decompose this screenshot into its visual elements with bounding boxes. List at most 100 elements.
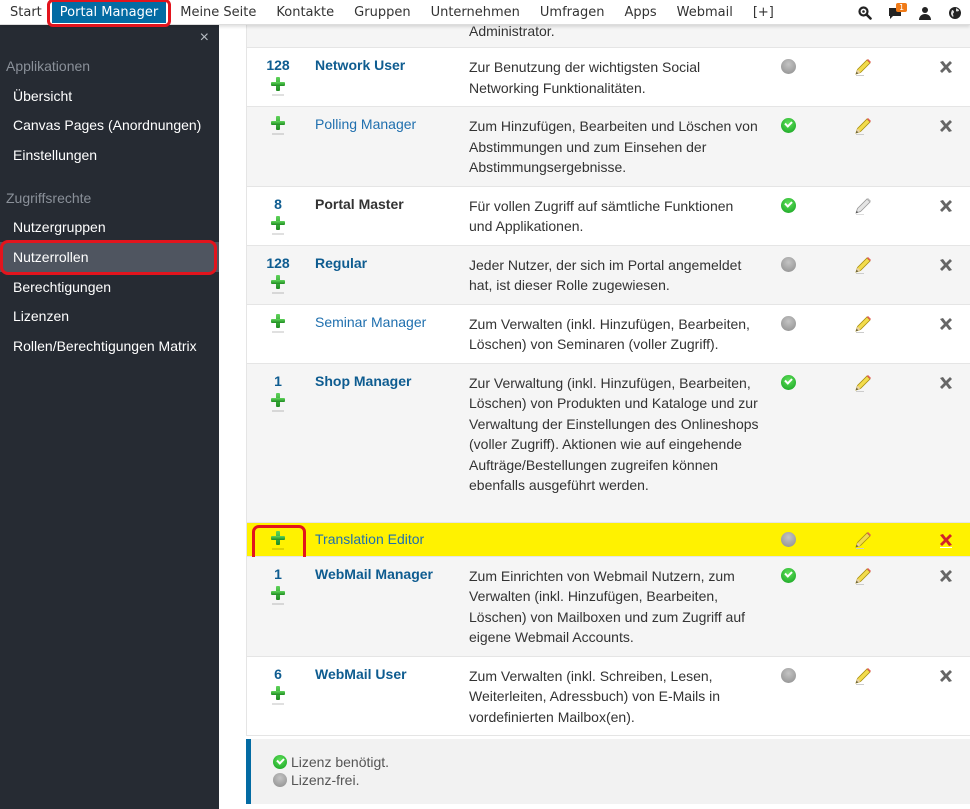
search-icon[interactable] [850,0,880,25]
role-name[interactable]: WebMail User [315,666,407,682]
role-name[interactable]: Polling Manager [315,116,416,132]
edit-role-button[interactable] [853,255,873,275]
edit-role-button[interactable] [853,57,873,77]
role-name[interactable]: Portal Master [315,196,404,212]
role-name-cell: Polling Manager [315,116,463,133]
add-user-icon[interactable] [271,313,285,328]
role-name[interactable]: Translation Editor [315,531,424,547]
delete-role-button[interactable] [938,118,954,134]
table-row: Translation Editor [246,522,970,565]
license-status-cell [781,531,797,548]
role-name[interactable]: WebMail Manager [315,566,433,582]
role-name[interactable]: Regular [315,255,367,271]
role-name-cell: Translation Editor [315,531,463,548]
add-user-icon[interactable] [271,215,285,230]
role-name[interactable]: Network User [315,57,405,73]
role-name-cell: WebMail Manager [315,566,463,583]
nav-gruppen[interactable]: Gruppen [344,0,420,25]
delete-role-button[interactable] [938,532,954,548]
table-row: 1 WebMail Manager Zum Einrichten von Webma… [246,556,970,657]
edit-role-button[interactable] [853,666,873,686]
user-count-cell: 8 [247,196,309,235]
user-count[interactable]: 128 [247,255,309,275]
license-status-cell [781,197,797,214]
user-count[interactable]: 8 [247,196,309,216]
add-user-icon[interactable] [271,392,285,407]
license-free-icon [781,59,796,74]
license-status-cell [781,256,797,273]
license-status-cell [781,667,797,684]
add-user-icon[interactable] [271,116,285,130]
role-name-cell: Portal Master [315,196,463,213]
license-free-icon [781,531,796,547]
edit-role-button[interactable] [853,373,873,393]
table-row-partial: Administrator. [246,24,970,48]
sidebar-item-lizenzen[interactable]: Lizenzen [0,301,219,331]
user-count-cell: 128 [247,57,309,96]
globe-icon[interactable] [940,0,970,25]
sidebar-item-matrix[interactable]: Rollen/Berechtigungen Matrix [0,331,219,361]
nav-webmail[interactable]: Webmail [667,0,743,25]
nav-start[interactable]: Start [0,0,52,25]
pencil-icon [853,118,873,139]
license-status-cell [781,567,797,584]
delete-role-button[interactable] [938,198,954,214]
table-row: 8 Portal Master Für vollen Zugriff auf säm… [246,186,970,246]
sidebar-item-einstellungen[interactable]: Einstellungen [0,140,219,170]
edit-role-button[interactable] [853,116,873,136]
user-count[interactable]: 1 [247,566,309,586]
legend-required-label: Lizenz benötigt. [291,754,390,770]
delete-role-button[interactable] [938,568,954,584]
role-description: Jeder Nutzer, der sich im Portal angemel… [469,256,742,294]
sidebar-item-berechtigungen[interactable]: Berechtigungen [0,272,219,302]
license-free-icon [781,256,796,272]
delete-icon [938,569,954,587]
add-user-icon-shadow [272,409,284,412]
user-icon[interactable] [910,0,940,25]
messages-icon[interactable]: 1 [880,0,910,25]
sidebar-item-nutzergruppen[interactable]: Nutzergruppen [0,212,219,242]
role-name[interactable]: Seminar Manager [315,314,426,330]
delete-role-button[interactable] [938,316,954,332]
edit-role-button[interactable] [853,566,873,586]
delete-role-button[interactable] [938,257,954,273]
nav-umfragen[interactable]: Umfragen [530,0,615,25]
add-user-icon-shadow [272,232,284,235]
nav-meine-seite[interactable]: Meine Seite [170,0,266,25]
edit-role-button[interactable] [853,530,873,550]
delete-icon [938,199,954,217]
delete-role-button[interactable] [938,375,954,391]
roles-table: Administrator. 128 Network User Zur Benutz… [246,24,970,736]
delete-role-button[interactable] [938,59,954,75]
edit-role-button[interactable] [853,314,873,334]
user-count[interactable]: 6 [247,666,309,686]
add-user-icon-shadow [272,133,284,135]
user-count[interactable]: 128 [247,57,309,77]
nav-kontakte[interactable]: Kontakte [266,0,344,25]
add-user-icon[interactable] [271,685,285,700]
add-user-icon[interactable] [271,77,285,91]
legend-free: Lizenz-frei. [273,772,359,788]
user-count-cell: 1 [247,373,309,412]
close-sidebar-icon[interactable]: × [200,29,209,47]
nav-portal-manager[interactable]: Portal Manager [46,0,172,27]
edit-role-button[interactable] [853,196,873,216]
sidebar-item-canvas-pages[interactable]: Canvas Pages (Anordnungen) [0,110,219,140]
delete-role-button[interactable] [938,668,954,684]
add-user-icon[interactable] [271,274,285,289]
add-user-icon[interactable] [271,585,285,600]
sidebar-item-nutzerrollen[interactable]: Nutzerrollen [0,240,219,275]
user-count[interactable]: 1 [247,373,309,393]
nav-apps[interactable]: Apps [614,0,666,25]
role-description: Zum Einrichten von Webmail Nutzern, zum … [469,567,746,646]
nav-more[interactable]: [+] [743,0,784,25]
role-description: Zur Benutzung der wichtigsten Social Net… [469,59,701,96]
section-applikationen: Applikationen [6,58,91,74]
nav-unternehmen[interactable]: Unternehmen [421,0,530,25]
user-count-cell: 1 [247,566,309,605]
user-count-cell: 6 [247,666,309,705]
sidebar-item-uebersicht[interactable]: Übersicht [0,81,219,111]
delete-icon [938,317,954,335]
role-name[interactable]: Shop Manager [315,373,411,389]
pencil-icon [853,315,873,337]
